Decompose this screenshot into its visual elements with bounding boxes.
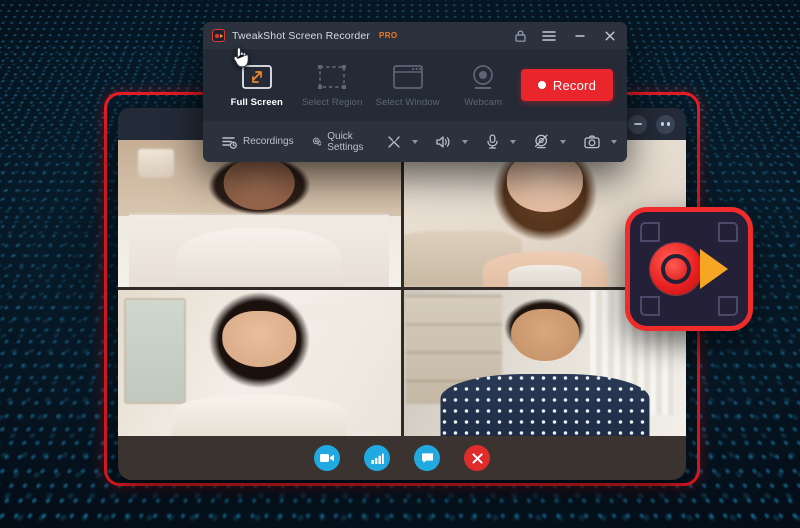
select-window-icon	[392, 63, 423, 91]
screenshot-toggle[interactable]	[575, 121, 626, 162]
network-quality-button[interactable]	[364, 445, 390, 471]
end-call-button[interactable]	[464, 445, 490, 471]
record-dot-icon	[537, 81, 546, 89]
tool-label: Select Window	[375, 96, 440, 108]
microphone-icon	[487, 134, 498, 149]
webcam-toggle[interactable]	[525, 121, 575, 162]
lock-icon[interactable]	[515, 30, 526, 42]
chevron-down-icon[interactable]	[559, 139, 566, 144]
chat-bubble-icon	[421, 453, 433, 463]
tool-label: Select Region	[302, 96, 363, 108]
minus-icon	[633, 123, 642, 125]
pro-badge: PRO	[378, 31, 398, 40]
quick-settings-button[interactable]: Quick Settings	[303, 121, 378, 162]
gear-icon	[312, 137, 322, 146]
record-ring-icon	[650, 243, 702, 295]
recordings-list-icon	[222, 136, 237, 149]
video-meeting-window	[118, 108, 686, 480]
participant-grid	[118, 140, 686, 436]
corner-bracket-icon	[640, 296, 660, 316]
record-button-label: Record	[552, 77, 597, 93]
webcam-off-icon	[534, 134, 548, 149]
speaker-toggle[interactable]	[427, 121, 477, 162]
video-camera-icon	[320, 454, 334, 462]
chevron-down-icon[interactable]	[411, 139, 418, 144]
shortcut-toggle[interactable]	[378, 121, 427, 162]
quick-settings-label: Quick Settings	[327, 130, 364, 153]
close-x-icon	[471, 452, 483, 464]
select-region-icon	[318, 63, 347, 91]
participant-tile-3[interactable]	[118, 289, 401, 436]
recorder-options-bar: Recordings Quick Settings	[203, 121, 627, 162]
recorder-window: TweakShot Screen Recorder PRO Full Scree…	[203, 22, 627, 162]
recordings-label: Recordings	[243, 136, 294, 147]
grid-dots-icon	[661, 122, 670, 126]
microphone-toggle[interactable]	[477, 121, 525, 162]
cut-shortcut-icon	[388, 135, 400, 148]
speaker-icon	[436, 135, 450, 148]
corner-bracket-icon	[640, 222, 660, 242]
grid-view-button[interactable]	[656, 114, 675, 134]
tool-label: Full Screen	[230, 96, 283, 108]
chat-button[interactable]	[414, 445, 440, 471]
camera-icon	[584, 135, 600, 148]
recorder-titlebar: TweakShot Screen Recorder PRO	[203, 22, 627, 49]
tool-select-region[interactable]: Select Region	[294, 63, 369, 108]
minimize-icon[interactable]	[574, 30, 586, 42]
app-logo-icon	[212, 29, 225, 42]
recordings-button[interactable]: Recordings	[213, 121, 303, 162]
webcam-icon	[470, 63, 496, 91]
chevron-down-icon[interactable]	[461, 139, 468, 144]
chevron-down-icon[interactable]	[610, 139, 617, 144]
tool-label: Webcam	[464, 96, 503, 108]
minimize-call-button[interactable]	[628, 114, 647, 134]
call-control-bar	[118, 436, 686, 480]
tool-webcam[interactable]: Webcam	[445, 63, 520, 108]
chevron-down-icon[interactable]	[509, 139, 516, 144]
record-button[interactable]: Record	[520, 69, 613, 101]
full-screen-icon	[241, 63, 272, 91]
camera-lens-icon	[700, 249, 728, 289]
menu-icon[interactable]	[542, 30, 556, 42]
screenshot-root: TweakShot Screen Recorder PRO Full Scree…	[0, 0, 800, 528]
close-icon[interactable]	[604, 30, 616, 42]
tweakshot-logo-badge	[625, 207, 753, 331]
recorder-mode-toolbar: Full Screen Select Region Select Window …	[203, 49, 627, 121]
tool-select-window[interactable]: Select Window	[370, 63, 445, 108]
signal-bars-icon	[371, 453, 384, 464]
logo-camera-icon	[650, 243, 728, 295]
corner-bracket-icon	[718, 222, 738, 242]
corner-bracket-icon	[718, 296, 738, 316]
app-title: TweakShot Screen Recorder	[232, 29, 370, 42]
tool-full-screen[interactable]: Full Screen	[219, 63, 294, 108]
toggle-video-button[interactable]	[314, 445, 340, 471]
